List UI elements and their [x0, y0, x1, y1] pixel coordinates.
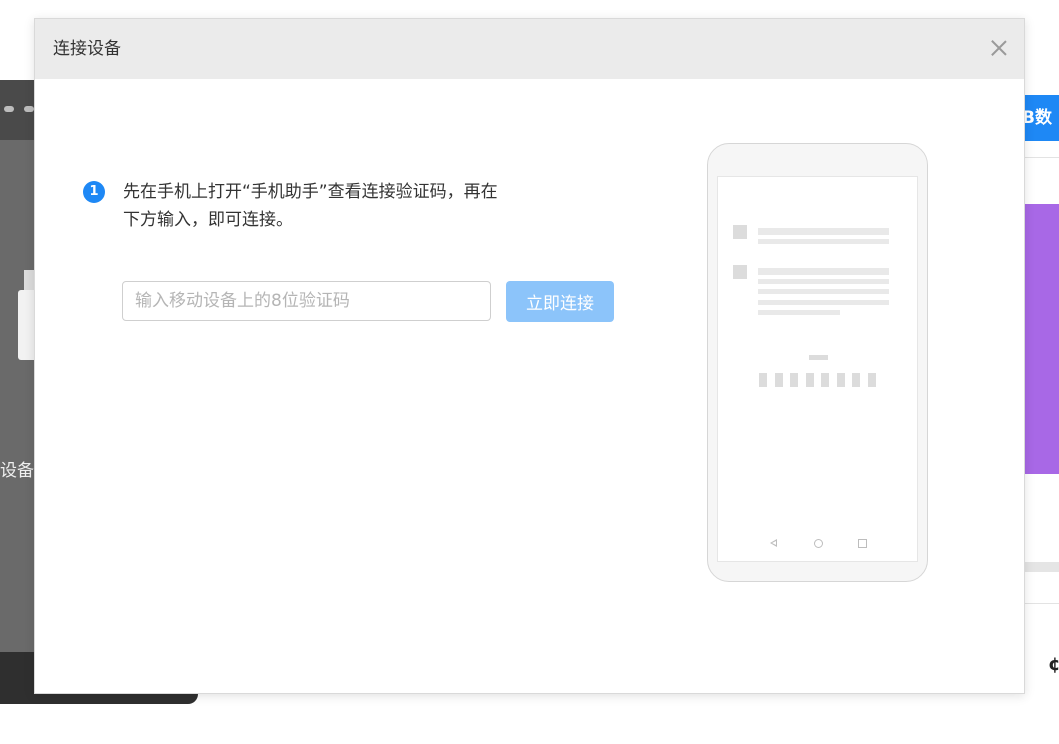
connect-device-dialog: 连接设备 1 先在手机上打开“手机助手”查看连接验证码，再在 下方输入，即可连接…	[34, 18, 1025, 694]
placeholder-line	[758, 239, 889, 244]
code-digit-placeholder	[806, 373, 814, 387]
placeholder-icon	[733, 225, 747, 239]
background-divider	[1022, 603, 1059, 604]
code-digit-placeholder	[821, 373, 829, 387]
dialog-header: 连接设备	[35, 19, 1024, 79]
background-scroll-bar	[1022, 562, 1059, 572]
placeholder-icon	[733, 265, 747, 279]
code-digit-placeholder	[837, 373, 845, 387]
background-window-control	[24, 106, 34, 112]
step-number-badge: 1	[83, 181, 105, 203]
placeholder-line	[758, 289, 889, 294]
connect-now-button[interactable]: 立即连接	[506, 281, 614, 322]
code-digit-placeholder	[852, 373, 860, 387]
dialog-title: 连接设备	[53, 39, 121, 59]
placeholder-dash	[809, 355, 828, 360]
code-digit-placeholder	[790, 373, 798, 387]
code-digit-placeholder	[868, 373, 876, 387]
placeholder-line	[758, 228, 889, 235]
background-divider	[1022, 157, 1059, 158]
back-triangle-icon	[770, 539, 777, 547]
phone-illustration	[707, 143, 928, 582]
placeholder-line	[758, 300, 889, 305]
background-glyph: ¢	[1048, 654, 1059, 675]
step-instruction-line: 先在手机上打开“手机助手”查看连接验证码，再在	[123, 182, 498, 202]
step-instruction: 先在手机上打开“手机助手”查看连接验证码，再在 下方输入，即可连接。	[123, 178, 623, 234]
background-left-label: 设备	[0, 461, 34, 481]
code-digit-placeholder	[775, 373, 783, 387]
phone-screen	[717, 176, 918, 562]
placeholder-line	[758, 310, 840, 315]
placeholder-line	[758, 279, 889, 284]
close-icon[interactable]	[984, 33, 1014, 63]
background-banner	[1022, 204, 1059, 474]
step-instruction-line: 下方输入，即可连接。	[123, 210, 293, 230]
recent-square-icon	[858, 539, 867, 548]
verification-code-input[interactable]	[122, 281, 491, 321]
placeholder-line	[758, 268, 889, 275]
background-window-control	[4, 106, 14, 112]
background-device-card-top	[24, 270, 34, 290]
home-circle-icon	[814, 539, 823, 548]
code-digit-placeholder	[759, 373, 767, 387]
